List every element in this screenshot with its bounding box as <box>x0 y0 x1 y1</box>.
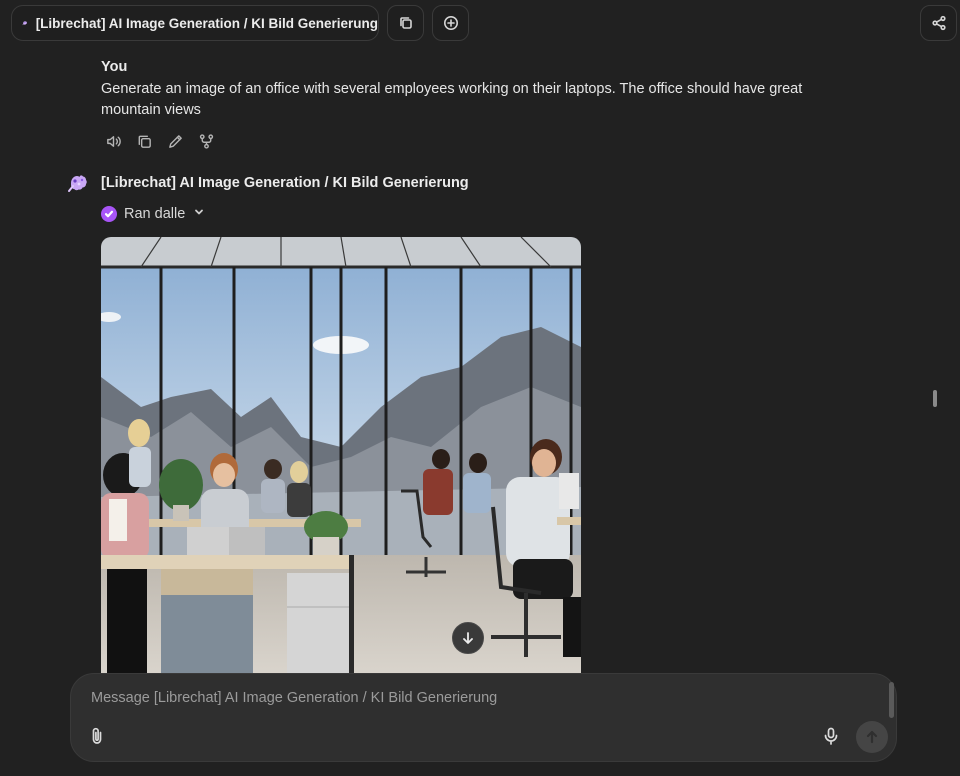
scrollbar-thumb[interactable] <box>933 390 937 407</box>
new-chat-button[interactable] <box>432 5 469 41</box>
tool-call-label: Ran dalle <box>124 206 186 222</box>
fork-message-button[interactable] <box>197 132 215 150</box>
voice-input-button[interactable] <box>821 726 841 748</box>
copy-chat-icon <box>399 17 412 29</box>
fork-icon <box>199 133 213 149</box>
edit-icon <box>168 134 182 148</box>
arrow-down-icon <box>463 632 473 644</box>
speaker-icon <box>106 135 121 147</box>
user-author-label: You <box>101 59 128 75</box>
copy-chat-button[interactable] <box>387 5 424 41</box>
edit-message-button[interactable] <box>166 132 184 150</box>
tool-call-toggle[interactable]: Ran dalle <box>101 205 205 223</box>
share-icon <box>931 15 946 31</box>
chevron-down-icon <box>193 205 205 223</box>
assistant-avatar-icon <box>68 175 87 192</box>
composer-scrollbar[interactable] <box>889 682 894 718</box>
assistant-author-label: [Librechat] AI Image Generation / KI Bil… <box>101 175 469 191</box>
copy-message-button[interactable] <box>135 132 153 150</box>
microphone-icon <box>824 727 838 745</box>
paperclip-icon <box>92 727 102 744</box>
plus-circle-icon <box>443 16 458 30</box>
read-aloud-button[interactable] <box>104 132 122 150</box>
user-message-text: Generate an image of an office with seve… <box>101 81 803 118</box>
message-composer <box>70 673 897 762</box>
attach-file-button[interactable] <box>87 726 107 748</box>
top-bar: [Librechat] AI Image Generation / KI Bil… <box>0 0 960 46</box>
agent-title: [Librechat] AI Image Generation / KI Bil… <box>35 15 378 31</box>
arrow-up-icon <box>866 730 878 744</box>
office-mountain-image <box>101 237 581 673</box>
message-input[interactable] <box>91 690 871 706</box>
brain-palette-avatar-icon <box>22 21 27 26</box>
scroll-to-bottom-button[interactable] <box>452 622 484 654</box>
share-button[interactable] <box>920 5 957 41</box>
message-actions <box>104 132 215 150</box>
tool-success-check-icon <box>101 206 117 222</box>
send-button[interactable] <box>856 721 888 753</box>
agent-selector[interactable]: [Librechat] AI Image Generation / KI Bil… <box>11 5 379 41</box>
copy-icon <box>138 135 151 148</box>
generated-image[interactable] <box>101 237 581 673</box>
